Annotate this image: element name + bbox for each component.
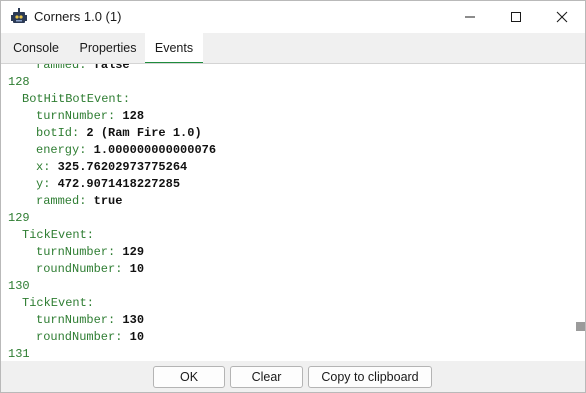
tab-bar: Console Properties Events [1,33,585,64]
log-key: TickEvent: [22,228,95,242]
tab-label: Console [13,41,59,55]
minimize-button[interactable] [447,1,493,33]
log-key: x: [36,160,51,174]
clear-button[interactable]: Clear [230,366,303,388]
log-key: turnNumber: [36,109,116,123]
log-entry-line: TickEvent: [22,227,94,244]
log-entry-line: roundNumber: 10 [36,261,144,278]
log-turn-line: 129 [8,210,30,227]
close-button[interactable] [539,1,585,33]
minimize-icon [465,16,475,18]
title-bar[interactable]: Corners 1.0 (1) [1,1,585,33]
log-key: energy: [36,143,87,157]
log-key: y: [36,177,51,191]
log-entry-line: TickEvent: [22,295,94,312]
log-key: rammed: [36,64,87,72]
log-value: 128 [122,109,145,123]
turn-number: 128 [8,75,30,89]
log-entry-line: roundNumber: 10 [36,329,144,346]
log-key: rammed: [36,194,87,208]
robot-app-icon [11,8,27,23]
log-entry-line: rammed: false [36,64,130,74]
log-key: roundNumber: [36,330,123,344]
log-key: botId: [36,126,80,140]
turn-number: 130 [8,279,30,293]
log-value: 2 (Ram Fire 1.0) [86,126,202,140]
log-value: 10 [129,330,145,344]
window-title: Corners 1.0 (1) [34,9,122,24]
maximize-button[interactable] [493,1,539,33]
log-value: 325.76202973775264 [57,160,188,174]
tab-events[interactable]: Events [145,33,203,64]
log-key: turnNumber: [36,245,116,259]
log-value: false [93,64,130,72]
log-turn-line: 131 [8,346,30,361]
events-log[interactable]: rammed: false 128 BotHitBotEvent: turnNumbe… [1,64,573,361]
log-key: roundNumber: [36,262,123,276]
turn-number: 131 [8,347,30,361]
maximize-icon [511,12,521,22]
ok-button[interactable]: OK [153,366,225,388]
log-entry-line: energy: 1.000000000000076 [36,142,216,159]
log-value: true [93,194,123,208]
log-value: 10 [129,262,145,276]
log-value: 1.000000000000076 [93,143,217,157]
log-turn-line: 130 [8,278,30,295]
tab-label: Properties [79,41,137,55]
turn-number: 129 [8,211,30,225]
log-entry-line: turnNumber: 130 [36,312,144,329]
tab-label: Events [154,41,194,55]
log-key: turnNumber: [36,313,116,327]
tab-properties[interactable]: Properties [71,33,145,64]
tab-console[interactable]: Console [1,33,71,64]
log-entry-line: y: 472.9071418227285 [36,176,180,193]
log-entry-line: botId: 2 (Ram Fire 1.0) [36,125,202,142]
dialog-window: Corners 1.0 (1) Console Properties Event… [0,0,586,393]
log-entry-line: turnNumber: 128 [36,108,144,125]
log-turn-line: 128 [8,74,30,91]
log-key: TickEvent: [22,296,95,310]
scrollbar-thumb[interactable] [576,322,585,331]
log-value: 130 [122,313,145,327]
vertical-scrollbar[interactable] [573,64,585,361]
log-entry-line: rammed: true [36,193,122,210]
log-entry-line: x: 325.76202973775264 [36,159,187,176]
log-value: 472.9071418227285 [57,177,181,191]
copy-to-clipboard-button[interactable]: Copy to clipboard [308,366,432,388]
close-icon [556,11,568,23]
log-value: 129 [122,245,145,259]
log-key: BotHitBotEvent: [22,92,131,106]
log-entry-line: turnNumber: 129 [36,244,144,261]
log-entry-line: BotHitBotEvent: [22,91,130,108]
